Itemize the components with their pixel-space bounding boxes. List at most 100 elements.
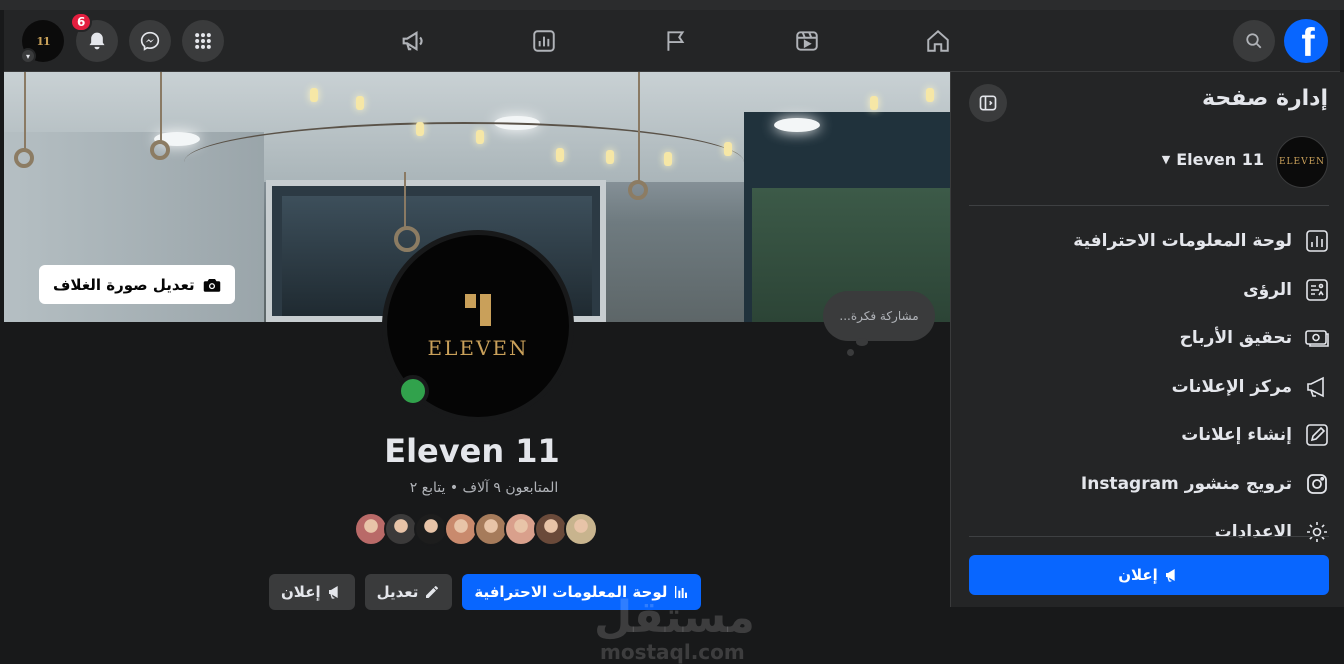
share-thought-bubble[interactable]: مشاركة فكرة... xyxy=(823,291,935,341)
macrame-knot xyxy=(150,140,170,160)
follower-avatar[interactable] xyxy=(564,512,598,546)
profile-logo-text: ELEVEN xyxy=(427,336,529,360)
follower-avatar[interactable] xyxy=(534,512,568,546)
page-avatar[interactable]: ELEVEN xyxy=(1276,136,1328,188)
bulb xyxy=(724,142,732,156)
online-status-dot xyxy=(397,375,429,407)
advertise-button[interactable]: إعلان xyxy=(269,574,355,610)
follower-avatar[interactable] xyxy=(474,512,508,546)
follower-avatar[interactable] xyxy=(414,512,448,546)
insights-icon xyxy=(1304,277,1330,303)
macrame-knot xyxy=(14,148,34,168)
watermark-arabic: مستقل xyxy=(594,592,755,643)
nav-ads[interactable] xyxy=(396,24,430,58)
sidebar-item-insights[interactable]: الرؤى xyxy=(960,266,1330,315)
bulb xyxy=(310,88,318,102)
pencil-icon xyxy=(1304,422,1330,448)
search-icon xyxy=(1246,33,1262,49)
grid-icon xyxy=(195,33,211,49)
follower-facepile[interactable] xyxy=(354,512,598,548)
home-icon xyxy=(927,29,949,52)
bulb xyxy=(926,88,934,102)
sidebar-item-label: لوحة المعلومات الاحترافية xyxy=(1073,231,1292,252)
messenger-icon xyxy=(140,31,160,51)
follower-avatar[interactable] xyxy=(354,512,388,546)
bulb xyxy=(870,96,878,110)
bell-icon xyxy=(89,32,105,50)
bulb xyxy=(664,152,672,166)
megaphone-icon xyxy=(402,30,423,52)
followers-count[interactable]: المتابعون ٩ آلاف • يتابع ٢ xyxy=(304,480,664,496)
sidebar-menu: لوحة المعلومات الاحترافية الرؤى تحقيق ال… xyxy=(960,217,1330,557)
facebook-f-icon: f xyxy=(1301,21,1315,63)
edit-cover-label: تعديل صورة الغلاف xyxy=(53,275,195,294)
macrame-wreath xyxy=(394,226,420,252)
divider xyxy=(969,205,1329,206)
manage-page-sidebar: إدارة صفحة ELEVEN ▼ Eleven 11 لوحة المعل… xyxy=(950,72,1344,607)
macrame-rope xyxy=(24,72,26,152)
collapse-sidebar-button[interactable] xyxy=(969,84,1007,122)
sidebar-toggle-icon xyxy=(979,95,997,111)
sidebar-advertise-label: إعلان xyxy=(1118,566,1158,584)
megaphone-icon xyxy=(1165,569,1175,582)
chart-icon xyxy=(533,30,555,52)
bulb xyxy=(476,130,484,144)
nav-video[interactable] xyxy=(790,24,824,58)
ceiling-light xyxy=(774,118,820,132)
sidebar-item-dashboard[interactable]: لوحة المعلومات الاحترافية xyxy=(960,217,1330,266)
sidebar-item-monetization[interactable]: تحقيق الأرباح xyxy=(960,314,1330,363)
facebook-logo[interactable]: f xyxy=(1284,19,1328,63)
top-navigation-bar: 11 ▾ 6 f xyxy=(4,10,1340,72)
edit-page-button[interactable]: تعديل xyxy=(364,574,453,610)
nav-home[interactable] xyxy=(921,24,955,58)
thought-bubble-tail xyxy=(847,349,854,356)
sidebar-item-label: إنشاء إعلانات xyxy=(1181,425,1292,446)
sidebar-advertise-button[interactable]: إعلان xyxy=(969,555,1329,595)
edit-cover-button[interactable]: تعديل صورة الغلاف xyxy=(39,265,235,304)
eleven-logo-mark xyxy=(463,292,493,328)
page-switcher[interactable]: ▼ Eleven 11 xyxy=(1162,150,1264,169)
sidebar-item-ad-center[interactable]: مركز الإعلانات xyxy=(960,363,1330,412)
follower-avatar[interactable] xyxy=(384,512,418,546)
chevron-down-icon[interactable]: ▾ xyxy=(20,48,36,64)
macrame-knot xyxy=(628,180,648,200)
nav-insights[interactable] xyxy=(527,24,561,58)
sidebar-item-settings[interactable]: الاعدادات xyxy=(960,508,1330,557)
notification-badge: 6 xyxy=(70,12,93,32)
monetization-icon xyxy=(1304,325,1330,351)
sidebar-item-label: الرؤى xyxy=(1243,279,1292,300)
macrame-rope xyxy=(638,72,640,182)
sidebar-item-promote-instagram[interactable]: ترويج منشور Instagram xyxy=(960,460,1330,509)
thought-bubble-tail xyxy=(856,338,868,346)
avatar-logo: 11 xyxy=(36,34,50,48)
page-avatar-text: ELEVEN xyxy=(1278,157,1326,167)
megaphone-icon xyxy=(1304,374,1330,400)
search-button[interactable] xyxy=(1233,20,1275,62)
instagram-icon xyxy=(1304,471,1330,497)
string-lights-wire xyxy=(184,122,744,202)
video-icon xyxy=(796,31,818,51)
advertise-label: إعلان xyxy=(281,583,321,601)
sidebar-item-label: تحقيق الأرباح xyxy=(1179,328,1292,349)
page-switcher-label: Eleven 11 xyxy=(1176,150,1264,169)
macrame-rope xyxy=(404,172,406,228)
pencil-icon xyxy=(426,586,439,598)
nav-pages[interactable] xyxy=(659,24,693,58)
bulb xyxy=(356,96,364,110)
messenger-button[interactable] xyxy=(129,20,171,62)
sidebar-item-create-ads[interactable]: إنشاء إعلانات xyxy=(960,411,1330,460)
thought-placeholder: مشاركة فكرة... xyxy=(839,309,919,323)
megaphone-icon xyxy=(328,586,338,599)
dashboard-icon xyxy=(1304,228,1330,254)
caret-down-icon: ▼ xyxy=(1161,153,1171,166)
page-title: Eleven 11 xyxy=(384,432,560,470)
flag-icon xyxy=(667,31,685,51)
follower-avatar[interactable] xyxy=(504,512,538,546)
edit-label: تعديل xyxy=(376,583,419,601)
menu-button[interactable] xyxy=(182,20,224,62)
divider xyxy=(969,536,1329,537)
gear-icon xyxy=(1304,519,1330,545)
page-main: تعديل صورة الغلاف مشاركة فكرة... ELEVEN … xyxy=(4,72,950,664)
follower-avatar[interactable] xyxy=(444,512,478,546)
sidebar-title: إدارة صفحة xyxy=(1202,86,1328,111)
